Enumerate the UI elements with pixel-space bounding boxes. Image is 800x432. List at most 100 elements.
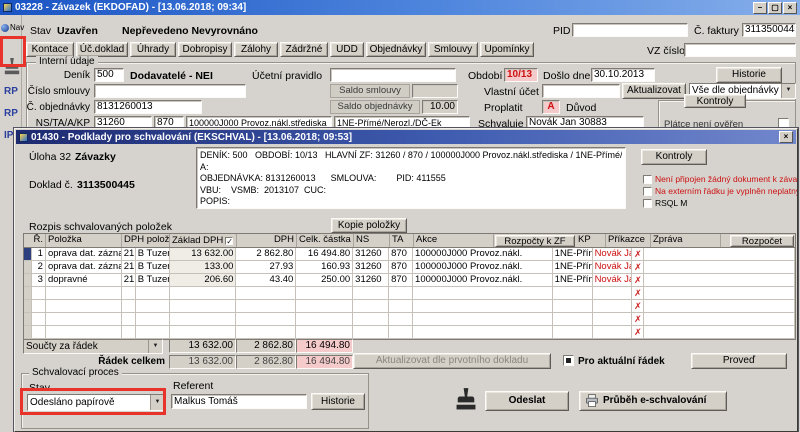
tab-objednavky[interactable]: Objednávky xyxy=(366,42,426,57)
row-marker[interactable] xyxy=(24,313,32,326)
modal-close-icon[interactable]: × xyxy=(779,131,793,143)
objednavka-field[interactable]: 8131260013 xyxy=(94,100,202,114)
cell-celk[interactable] xyxy=(296,287,353,300)
cell-r[interactable] xyxy=(32,287,46,300)
tab-uhrady[interactable]: Úhrady xyxy=(130,42,176,57)
pravidlo-field[interactable] xyxy=(330,68,456,82)
odeslat-button[interactable]: Odeslat xyxy=(485,391,569,411)
col-header-prikazce[interactable]: Příkazce xyxy=(606,234,651,247)
vz-field[interactable] xyxy=(684,43,796,57)
proved-button[interactable]: Proveď xyxy=(691,353,787,369)
tab-uc-doklad[interactable]: Úč.doklad xyxy=(76,42,128,57)
col-header-kp[interactable]: KP xyxy=(576,234,606,247)
cell-polozka[interactable] xyxy=(46,287,122,300)
soucty-combo[interactable]: Součty za řádek ▼ xyxy=(23,339,163,354)
cell-sazba[interactable]: 21 xyxy=(122,274,136,287)
cell-zaklad[interactable] xyxy=(170,287,237,300)
warning-checkbox[interactable] xyxy=(643,199,652,208)
cell-celk[interactable]: 160.93 xyxy=(296,261,353,274)
warning-checkbox[interactable] xyxy=(643,175,652,184)
cell-dph[interactable] xyxy=(236,300,296,313)
cell-ns[interactable] xyxy=(353,287,389,300)
cell-r[interactable] xyxy=(32,313,46,326)
cell-dph[interactable]: 2 862.80 xyxy=(236,248,296,261)
cell-polozka[interactable] xyxy=(46,313,122,326)
saldo-objednavky-button[interactable]: Saldo objednávky xyxy=(330,100,420,114)
cell-ns[interactable]: 31260 xyxy=(353,248,389,261)
col-header-ta[interactable]: TA xyxy=(390,234,414,247)
col-header-r[interactable]: Ř. xyxy=(24,234,46,247)
cell-kp[interactable] xyxy=(553,287,593,300)
rozpocet-button[interactable]: Rozpočet xyxy=(730,235,794,247)
cell-kp[interactable]: 1NE-Přín xyxy=(553,248,593,261)
cell-celk[interactable] xyxy=(296,326,353,339)
vlastni-ucet-field[interactable] xyxy=(542,84,620,98)
cell-sazba[interactable] xyxy=(122,326,136,339)
cell-ta[interactable] xyxy=(389,300,413,313)
row-marker[interactable] xyxy=(24,248,32,261)
cell-zprava[interactable] xyxy=(644,287,795,300)
aktualizovat-dle-dokladu-button[interactable]: Aktualizovat dle prvotního dokladu xyxy=(353,353,551,369)
cell-dph[interactable] xyxy=(236,287,296,300)
col-header-zprava[interactable]: Zpráva xyxy=(651,234,721,247)
cell-zaklad[interactable] xyxy=(170,326,237,339)
cell-prikazce[interactable]: Novák Jan xyxy=(593,274,633,287)
cell-akce[interactable]: 100000J000 Provoz.nákl. xyxy=(413,248,553,261)
cell-sazba[interactable]: 21 xyxy=(122,261,136,274)
tab-kontace[interactable]: Kontace xyxy=(26,42,74,57)
cell-ta[interactable]: 870 xyxy=(389,248,413,261)
cell-celk[interactable]: 250.00 xyxy=(296,274,353,287)
sidebar-item-ip[interactable]: IP xyxy=(4,130,13,141)
aktualizovat-button[interactable]: Aktualizovat xyxy=(622,83,686,99)
cell-kp[interactable]: 1NE-Přín xyxy=(553,274,593,287)
cell-akce[interactable] xyxy=(413,313,553,326)
cell-polozka[interactable] xyxy=(46,326,122,339)
cell-r[interactable] xyxy=(32,326,46,339)
cell-ns[interactable] xyxy=(353,300,389,313)
cell-prikazce[interactable] xyxy=(593,326,633,339)
row-marker[interactable] xyxy=(24,300,32,313)
cell-zaklad[interactable] xyxy=(170,300,237,313)
cell-polozka[interactable]: oprava dat. záznam xyxy=(46,248,122,261)
cell-zaklad[interactable]: 13 632.00 xyxy=(170,248,237,261)
cell-sazba[interactable] xyxy=(122,287,136,300)
close-icon[interactable]: × xyxy=(783,2,797,14)
kontroly-button-modal[interactable]: Kontroly xyxy=(641,149,707,165)
row-marker[interactable] xyxy=(24,326,32,339)
cell-akce[interactable] xyxy=(413,300,553,313)
cell-dph[interactable] xyxy=(236,326,296,339)
cell-typ[interactable] xyxy=(136,313,170,326)
kontroly-button-back[interactable]: Kontroly xyxy=(684,94,746,108)
tab-udd[interactable]: UDD xyxy=(330,42,364,57)
table-row[interactable]: 1 oprava dat. záznam 21 B Tuzem 13 632.0… xyxy=(24,248,795,261)
cell-zaklad[interactable]: 206.60 xyxy=(170,274,237,287)
cell-celk[interactable] xyxy=(296,300,353,313)
cell-kp[interactable]: 1NE-Přín xyxy=(553,261,593,274)
denik-field[interactable]: 500 xyxy=(94,68,124,82)
cell-polozka[interactable] xyxy=(46,300,122,313)
rozpocty-k-zf-button[interactable]: Rozpočty k ZF xyxy=(495,235,575,247)
referent-field[interactable]: Malkus Tomáš xyxy=(171,394,307,409)
cell-celk[interactable]: 16 494.80 xyxy=(296,248,353,261)
cell-akce[interactable]: 100000J000 Provoz.nákl. xyxy=(413,274,553,287)
faktura-field[interactable]: 3113500445 xyxy=(742,23,796,37)
cell-prikazce[interactable]: Novák Jan xyxy=(593,261,633,274)
cell-zprava[interactable] xyxy=(644,248,795,261)
cell-kp[interactable] xyxy=(553,300,593,313)
cell-r[interactable] xyxy=(32,300,46,313)
cell-typ[interactable] xyxy=(136,287,170,300)
sidebar-item-nav[interactable]: Nav xyxy=(1,23,24,32)
cell-zprava[interactable] xyxy=(644,300,795,313)
cell-typ[interactable] xyxy=(136,326,170,339)
cell-sazba[interactable] xyxy=(122,313,136,326)
cell-ta[interactable] xyxy=(389,326,413,339)
cell-celk[interactable] xyxy=(296,313,353,326)
cell-typ[interactable]: B Tuzem xyxy=(136,248,170,261)
cell-prikazce[interactable] xyxy=(593,300,633,313)
warning-checkbox[interactable] xyxy=(643,187,652,196)
maximize-icon[interactable]: ▢ xyxy=(768,2,782,14)
cell-typ[interactable]: B Tuzem xyxy=(136,261,170,274)
cell-kp[interactable] xyxy=(553,326,593,339)
cell-ns[interactable] xyxy=(353,313,389,326)
cell-zaklad[interactable]: 133.00 xyxy=(170,261,237,274)
